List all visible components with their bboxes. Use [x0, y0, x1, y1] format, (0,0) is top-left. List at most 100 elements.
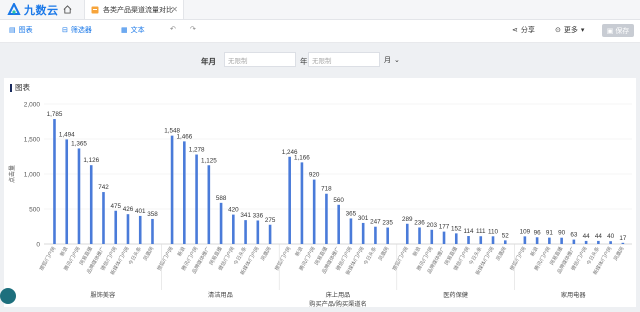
home-tab[interactable] [56, 0, 78, 19]
bar-value-label: 560 [333, 197, 344, 204]
bar-value-label: 110 [488, 228, 499, 235]
category-tick-label: 搜狐/门户网 [156, 246, 175, 272]
bar [232, 214, 235, 244]
bar-value-label: 177 [439, 224, 450, 231]
bar-value-label: 341 [240, 212, 251, 219]
category-tick-label: 搜狐/门户网 [391, 246, 410, 272]
bar [418, 227, 421, 244]
group-label: 医药保健 [443, 291, 468, 299]
bar [467, 236, 470, 244]
month-select-label: 月 [384, 56, 391, 64]
bar-value-label: 336 [253, 212, 264, 219]
y-tick-label: 500 [29, 207, 40, 214]
bar [584, 240, 588, 244]
category-tick-label: 凤凰网 [613, 246, 626, 262]
bar-value-label: 588 [216, 195, 227, 202]
category-tick-label: 新浪 [58, 246, 69, 258]
x-axis-title: 购买产品/购买渠道名 [309, 300, 366, 307]
bar-value-label: 1,466 [176, 133, 192, 140]
bar-value-label: 111 [476, 228, 486, 235]
group-label: 家用电器 [561, 291, 587, 299]
bar-value-label: 90 [558, 230, 566, 237]
share-button-label: 分享 [520, 27, 535, 34]
bar [183, 141, 186, 244]
save-button[interactable]: ▣ 保存 [602, 24, 634, 37]
filter-button-label: 筛选器 [70, 27, 92, 34]
bar-chart: 0 500 1,000 1,500 2,000 点击量 1,785 搜狐/门户网 1,494 新浪… [8, 102, 632, 308]
bar-value-label: 358 [147, 211, 158, 218]
chart-icon: ▤ [9, 27, 16, 34]
bar-value-label: 44 [583, 233, 591, 240]
tab-document[interactable]: 各类产品渠道流量对比 ✕ [84, 0, 184, 19]
chevron-down-icon: ⌄ [394, 56, 400, 64]
bar-value-label: 426 [123, 206, 134, 213]
title-accent [10, 83, 12, 92]
bar [126, 214, 130, 244]
category-tick-label: 搜狐/门户网 [508, 246, 527, 272]
bar [361, 222, 365, 244]
more-button-label: 更多 [563, 27, 578, 34]
text-button[interactable]: ▦ 文本 [121, 25, 145, 35]
bar [454, 233, 458, 244]
y-tick-label: 1,000 [24, 172, 41, 179]
category-tick-label: 搜狐/门户网 [273, 246, 292, 272]
filter-button[interactable]: ⊟ 筛选器 [62, 25, 92, 35]
title-bar: 九数云 各类产品渠道流量对比 ✕ [0, 0, 640, 20]
help-button[interactable] [0, 288, 16, 304]
bar [560, 237, 563, 244]
category-tick-label: 新浪 [529, 246, 540, 258]
bar [386, 227, 389, 244]
report-icon [91, 6, 99, 13]
chart-button-label: 图表 [18, 27, 33, 34]
text-icon: ▦ [121, 27, 128, 34]
logo-icon [7, 3, 21, 15]
app-brand: 九数云 [24, 4, 59, 17]
year-unit-label: 年 [300, 57, 308, 66]
more-icon: ⊙ [555, 27, 561, 34]
category-tick-label: 凤凰网 [143, 246, 156, 262]
bar [170, 135, 174, 244]
filter-bar: 年月 无限制 年 无限制 月 ⌄ [0, 43, 640, 76]
bar-value-label: 920 [309, 172, 320, 179]
bar [442, 231, 446, 244]
start-year-input[interactable]: 无限制 [224, 52, 296, 67]
undo-button[interactable]: ↶ [170, 25, 176, 33]
text-button-label: 文本 [130, 27, 145, 34]
month-select[interactable]: 月 ⌄ [384, 52, 400, 67]
bar-value-label: 114 [464, 228, 475, 235]
bar-value-label: 420 [228, 207, 239, 214]
share-icon: ⋖ [512, 27, 518, 34]
year-month-label: 年月 [201, 57, 216, 66]
panel-title-text: 图表 [15, 83, 30, 92]
bar-value-label: 235 [382, 220, 393, 227]
close-icon[interactable]: ✕ [171, 5, 178, 14]
bar-value-label: 742 [98, 184, 109, 191]
bar [65, 139, 69, 244]
bar [535, 237, 539, 244]
bar-value-label: 1,166 [294, 154, 310, 161]
bar-value-label: 718 [321, 186, 332, 193]
share-button[interactable]: ⋖ 分享 [512, 25, 535, 35]
end-month-input[interactable]: 无限制 [308, 52, 380, 67]
redo-button[interactable]: ↷ [190, 25, 196, 33]
bar-value-label: 401 [135, 208, 146, 215]
bar [102, 192, 105, 244]
chart-button[interactable]: ▤ 图表 [9, 25, 33, 35]
bar-value-label: 17 [619, 235, 627, 242]
bar [256, 220, 260, 244]
bar [195, 154, 198, 244]
bar [138, 215, 142, 244]
bar-value-label: 40 [607, 233, 615, 240]
save-button-label: 保存 [615, 27, 630, 35]
bar-value-label: 475 [110, 203, 121, 210]
bar-value-label: 109 [520, 228, 531, 235]
bar-value-label: 247 [370, 219, 381, 226]
category-tick-label: 凤凰网 [378, 246, 391, 262]
y-tick-label: 2,000 [24, 102, 41, 109]
more-button[interactable]: ⊙ 更多 ▾ [555, 25, 584, 35]
bar [244, 220, 247, 244]
bar [89, 165, 93, 244]
bar [523, 236, 527, 244]
app-logo[interactable]: 九数云 [7, 2, 59, 17]
y-axis-title: 点击量 [8, 165, 16, 183]
